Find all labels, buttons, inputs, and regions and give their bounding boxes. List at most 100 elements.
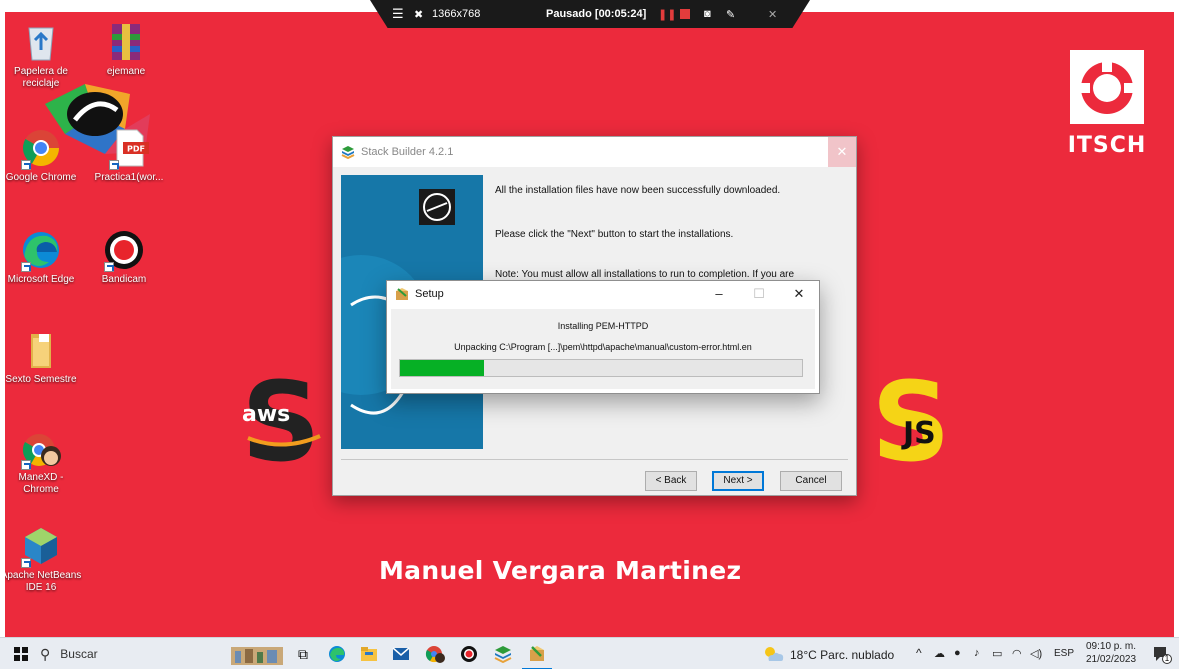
city-widget-icon <box>231 647 283 665</box>
bandicam-icon <box>102 228 146 272</box>
desktop-icon-label: Apache NetBeans IDE 16 <box>0 570 82 593</box>
stack-builder-close-button[interactable]: ✕ <box>828 137 856 167</box>
setup-body: Installing PEM-HTTPD Unpacking C:\Progra… <box>391 309 815 389</box>
next-button[interactable]: Next > <box>712 471 764 491</box>
shortcut-arrow-icon <box>21 160 31 170</box>
stack-builder-message-1: All the installation files have now been… <box>495 185 781 196</box>
taskbar-mail-icon[interactable] <box>386 638 416 669</box>
back-button[interactable]: < Back <box>645 471 697 491</box>
winrar-archive-icon <box>104 20 148 64</box>
desktop-icon-manexd-chrome[interactable]: ManeXD - Chrome <box>5 426 82 496</box>
screen-recorder-bar: ☰ ✖ 1366x768 Pausado [00:05:24] ❚❚ ◙ ✎ ✕ <box>370 0 810 28</box>
stack-builder-title: Stack Builder 4.2.1 <box>361 146 454 158</box>
notification-count: 1 <box>1162 654 1172 664</box>
camera-icon[interactable]: ◙ <box>704 8 711 20</box>
chevron-up-icon[interactable]: ^ <box>916 646 922 660</box>
shortcut-arrow-icon <box>104 262 114 272</box>
taskbar-stack-builder-icon[interactable] <box>488 638 518 669</box>
netbeans-cube-icon <box>19 524 63 568</box>
itsch-logo-text: ITSCH <box>1067 133 1147 158</box>
taskbar-setup-icon[interactable] <box>522 638 552 669</box>
desktop-icon-label: ManeXD - Chrome <box>18 472 64 495</box>
stop-icon[interactable] <box>680 9 690 19</box>
shortcut-arrow-icon <box>109 160 119 170</box>
language-indicator[interactable]: ESP <box>1054 648 1074 659</box>
pause-icon[interactable]: ❚❚ <box>658 8 676 21</box>
recorder-resolution: 1366x768 <box>432 8 481 20</box>
shortcut-arrow-icon <box>21 558 31 568</box>
chrome-tray-icon[interactable]: ● <box>954 647 961 659</box>
setup-package-icon <box>396 288 408 300</box>
shortcut-arrow-icon <box>21 262 31 272</box>
setup-status: Installing PEM-HTTPD <box>557 321 649 331</box>
menu-icon[interactable]: ☰ <box>392 6 404 22</box>
pin-icon[interactable]: ✖ <box>414 8 423 21</box>
aws-logo-text: aws <box>242 402 291 427</box>
setup-dialog: Setup – ☐ ✕ Installing PEM-HTTPD Unpacki… <box>386 280 820 394</box>
aws-logo: S aws <box>228 358 334 486</box>
weather-text[interactable]: 18°C Parc. nublado <box>790 648 894 662</box>
desktop-icon-label: Sexto Semestre <box>5 374 77 385</box>
desktop-icon-sexto-semestre[interactable]: Sexto Semestre <box>5 328 82 386</box>
windows-logo-icon <box>14 647 28 661</box>
clock-date[interactable]: 21/02/2023 <box>1082 654 1140 665</box>
taskbar-search[interactable]: ⚲ Buscar <box>40 642 210 666</box>
stack-builder-message-2: Please click the "Next" button to start … <box>495 229 734 240</box>
desktop-icon-apache-netbeans[interactable]: Apache NetBeans IDE 16 <box>0 524 82 594</box>
setup-progress-bar <box>399 359 803 377</box>
taskbar-bandicam-icon[interactable] <box>454 638 484 669</box>
taskbar: ⚲ Buscar ⧉ 18°C Parc. nublado ^ ☁ ● ♪ ▭ … <box>0 637 1179 669</box>
taskbar-edge-icon[interactable] <box>322 638 352 669</box>
news-widget[interactable] <box>230 638 284 669</box>
setup-title: Setup <box>415 288 444 300</box>
search-placeholder: Buscar <box>60 647 98 661</box>
stack-builder-separator <box>341 459 848 460</box>
volume-icon[interactable]: ◁) <box>1030 647 1042 660</box>
owner-name: Manuel Vergara Martinez <box>379 556 742 585</box>
task-view-icon[interactable]: ⧉ <box>288 638 318 669</box>
stack-builder-titlebar: Stack Builder 4.2.1 <box>333 137 856 167</box>
notifications-button[interactable]: 1 <box>1148 638 1174 669</box>
cancel-button[interactable]: Cancel <box>780 471 842 491</box>
close-icon[interactable]: ✕ <box>779 281 819 307</box>
weather-icon[interactable] <box>762 638 786 669</box>
chrome-icon <box>19 126 63 170</box>
microphone-icon[interactable]: ♪ <box>974 647 980 659</box>
js-logo-text: JS <box>903 416 936 451</box>
maximize-icon: ☐ <box>753 286 765 301</box>
desktop-icon-microsoft-edge[interactable]: Microsoft Edge <box>5 228 82 286</box>
desktop-icon-label: Google Chrome <box>5 172 77 183</box>
pencil-icon[interactable]: ✎ <box>726 8 735 21</box>
network-cloud-icon[interactable]: ☁ <box>934 647 945 660</box>
pdf-badge-label: PDF <box>127 145 145 154</box>
desktop-icon-practica1[interactable]: PDF Practica1(wor... <box>88 126 170 184</box>
wifi-icon[interactable]: ◠ <box>1012 647 1022 660</box>
js-logo: S JS <box>867 358 955 486</box>
folder-icon <box>19 328 63 372</box>
clock-time[interactable]: 09:10 p. m. <box>1082 641 1140 652</box>
setup-detail: Unpacking C:\Program [...]\pem\httpd\apa… <box>454 342 752 352</box>
chrome-profile-icon <box>19 426 63 470</box>
shortcut-arrow-icon <box>21 460 31 470</box>
minimize-icon[interactable]: – <box>699 281 739 307</box>
close-icon[interactable]: ✕ <box>768 8 777 21</box>
desktop-icon-label: Microsoft Edge <box>7 274 75 285</box>
taskbar-explorer-icon[interactable] <box>354 638 384 669</box>
desktop-icon-google-chrome[interactable]: Google Chrome <box>5 126 82 184</box>
desktop-icon-label: Practica1(wor... <box>94 172 164 183</box>
setup-window-controls: – ☐ ✕ <box>699 281 819 307</box>
taskbar-chrome-profile-icon[interactable] <box>420 638 450 669</box>
gear-logo-icon <box>1070 50 1144 124</box>
stack-icon <box>341 146 355 159</box>
recycle-bin-icon <box>19 20 63 64</box>
stack-builder-note: Note: You must allow all installations t… <box>495 269 795 280</box>
recorder-status: Pausado [00:05:24] <box>546 8 647 20</box>
edge-icon <box>19 228 63 272</box>
desktop-icon-bandicam[interactable]: Bandicam <box>83 228 165 286</box>
desktop-icon-label: Bandicam <box>101 274 147 285</box>
start-button[interactable] <box>8 638 34 669</box>
pdf-file-icon: PDF <box>107 126 151 170</box>
battery-icon[interactable]: ▭ <box>992 647 1002 660</box>
desktop-icon-ejemane[interactable]: ejemane <box>85 20 167 78</box>
setup-progress-fill <box>400 360 485 376</box>
